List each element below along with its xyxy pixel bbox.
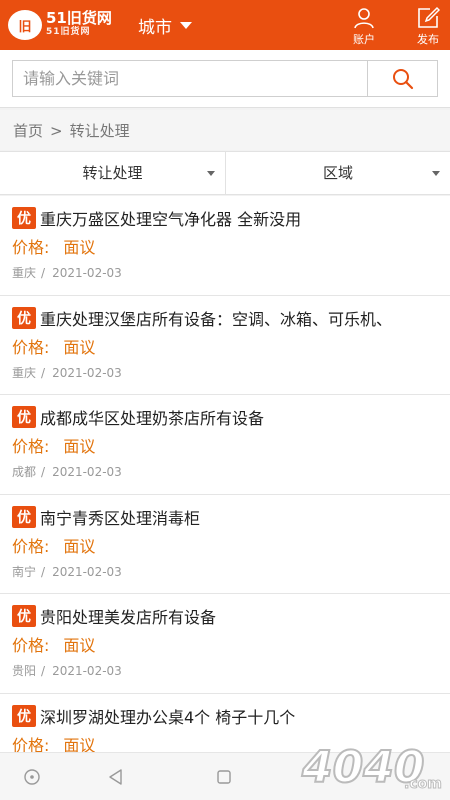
publish-label: 发布 bbox=[417, 33, 439, 46]
list-item[interactable]: 优南宁青秀区处理消毒柜 价格: 面议 南宁 / 2021-02-03 bbox=[0, 494, 450, 594]
price-label: 价格: bbox=[12, 636, 50, 655]
region-filter-label: 区域 bbox=[322, 164, 353, 182]
listing-date: 2021-02-03 bbox=[52, 266, 122, 280]
user-icon bbox=[354, 8, 374, 29]
featured-badge: 优 bbox=[12, 704, 36, 727]
listing-title[interactable]: 重庆万盛区处理空气净化器 全新没用 bbox=[40, 206, 301, 230]
breadcrumb-separator: > bbox=[50, 122, 63, 140]
price-label: 价格: bbox=[12, 337, 50, 357]
list-item[interactable]: 优贵阳处理美发店所有设备 价格: 面议 贵阳 / 2021-02-03 bbox=[0, 594, 450, 694]
category-filter-label: 转让处理 bbox=[82, 164, 143, 182]
meta-separator: / bbox=[41, 465, 46, 479]
price-value: 面议 bbox=[63, 536, 96, 556]
account-button[interactable]: 账户 bbox=[344, 4, 384, 48]
listing-city: 重庆 bbox=[12, 266, 37, 280]
listing-title[interactable]: 深圳罗湖处理办公桌4个 椅子十几个 bbox=[40, 704, 295, 728]
listing-city: 贵阳 bbox=[12, 664, 37, 678]
breadcrumb-current: 转让处理 bbox=[69, 122, 130, 140]
account-label: 账户 bbox=[353, 33, 375, 46]
edit-icon bbox=[418, 6, 440, 28]
list-item[interactable]: 优重庆处理汉堡店所有设备：空调、冰箱、可乐机、 价格: 面议 重庆 / 2021-02… bbox=[0, 295, 450, 395]
home-icon[interactable] bbox=[22, 767, 42, 787]
listing-list: 优重庆万盛区处理空气净化器 全新没用 价格: 面议 重庆/2021-02-03 优… bbox=[0, 196, 450, 793]
list-item[interactable]: 优重庆万盛区处理空气净化器 全新没用 价格: 面议 重庆 / 2021-02-03 bbox=[0, 196, 450, 296]
listing-title[interactable]: 南宁青秀区处理消毒柜 bbox=[40, 505, 200, 529]
listing-date: 2021-02-03 bbox=[52, 465, 122, 479]
breadcrumb: 首页 > 转让处理 bbox=[0, 110, 450, 150]
meta-separator: / bbox=[41, 664, 46, 678]
back-icon[interactable] bbox=[106, 767, 126, 787]
logo-mark: 旧 bbox=[8, 10, 42, 40]
price-label: 价格: bbox=[12, 437, 50, 456]
search-button[interactable] bbox=[367, 60, 438, 97]
search-bar bbox=[0, 50, 450, 108]
list-item[interactable]: 优成都成华区处理奶茶店所有设备 价格: 面议 成都 / 2021-02-03 bbox=[0, 395, 450, 495]
featured-badge: 优 bbox=[12, 306, 36, 329]
listing-city: 重庆 bbox=[12, 365, 37, 380]
filter-bar: 转让处理 区域 bbox=[0, 151, 450, 195]
listing-title[interactable]: 成都成华区处理奶茶店所有设备 bbox=[40, 405, 264, 429]
featured-badge: 优 bbox=[12, 505, 36, 528]
listing-title[interactable]: 重庆处理汉堡店所有设备：空调、冰箱、可乐机、 bbox=[40, 306, 392, 330]
listing-city: 南宁 bbox=[12, 564, 37, 579]
recent-apps-icon[interactable] bbox=[214, 767, 234, 787]
city-selector[interactable]: 城市 bbox=[138, 13, 192, 38]
price-value: 面议 bbox=[63, 238, 96, 257]
meta-separator: / bbox=[41, 564, 46, 579]
price-label: 价格: bbox=[12, 536, 50, 556]
region-filter[interactable]: 区域 bbox=[225, 152, 450, 194]
caret-down-icon bbox=[207, 171, 215, 176]
logo-title: 51旧货网 bbox=[46, 9, 112, 27]
listing-date: 2021-02-03 bbox=[52, 365, 122, 380]
chevron-down-icon bbox=[180, 22, 192, 29]
listing-date: 2021-02-03 bbox=[52, 664, 122, 678]
caret-down-icon bbox=[432, 171, 440, 176]
watermark-logo: 4040 .com bbox=[300, 741, 442, 794]
search-icon bbox=[392, 68, 413, 89]
listing-date: 2021-02-03 bbox=[52, 564, 122, 579]
listing-title[interactable]: 贵阳处理美发店所有设备 bbox=[40, 604, 216, 628]
meta-separator: / bbox=[41, 266, 46, 280]
price-value: 面议 bbox=[63, 337, 96, 357]
featured-badge: 优 bbox=[12, 605, 36, 627]
listing-city: 成都 bbox=[12, 465, 37, 479]
app-header: 旧 51旧货网 51旧货网 城市 账户 发布 bbox=[0, 0, 450, 50]
logo-text: 51旧货网 51旧货网 bbox=[46, 11, 112, 39]
price-label: 价格: bbox=[12, 238, 50, 257]
price-value: 面议 bbox=[63, 437, 96, 456]
meta-separator: / bbox=[41, 365, 46, 380]
city-label: 城市 bbox=[138, 18, 172, 38]
publish-button[interactable]: 发布 bbox=[408, 4, 448, 48]
search-input[interactable] bbox=[12, 60, 368, 97]
price-value: 面议 bbox=[63, 636, 96, 655]
category-filter[interactable]: 转让处理 bbox=[0, 152, 225, 194]
watermark-suffix: .com bbox=[404, 776, 442, 792]
site-logo[interactable]: 旧 51旧货网 51旧货网 bbox=[8, 9, 112, 41]
featured-badge: 优 bbox=[12, 207, 36, 229]
featured-badge: 优 bbox=[12, 406, 36, 428]
logo-subtitle: 51旧货网 bbox=[46, 27, 91, 37]
breadcrumb-home[interactable]: 首页 bbox=[13, 122, 43, 140]
